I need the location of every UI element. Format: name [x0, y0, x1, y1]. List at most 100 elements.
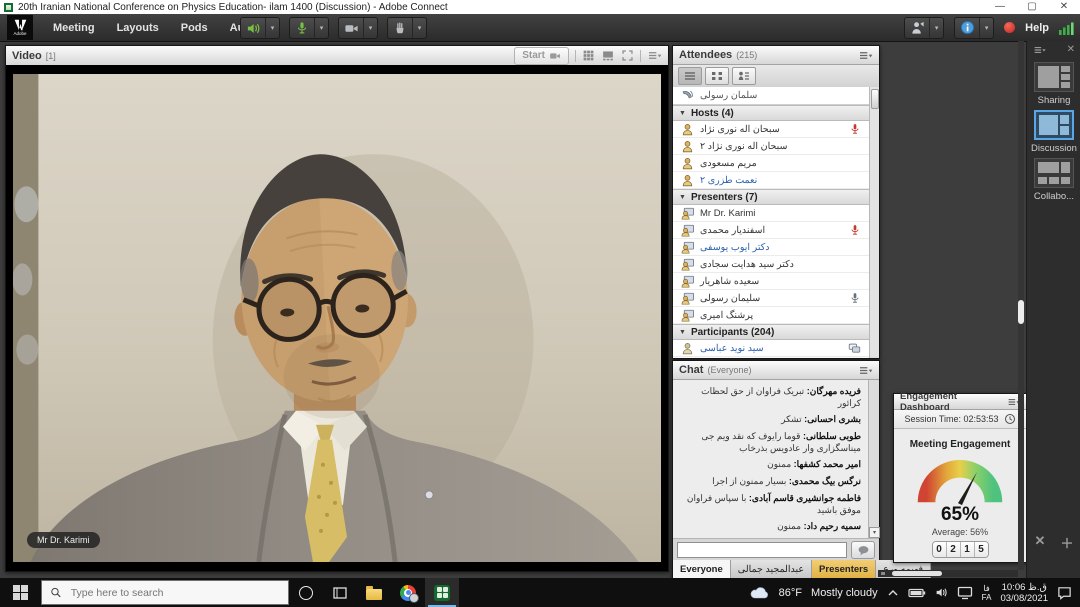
network-display-icon[interactable]	[957, 586, 973, 600]
cortana-icon	[299, 586, 313, 600]
attendee-row[interactable]: سبحان اله نوری نژاد ۲	[673, 138, 879, 155]
attendee-row[interactable]: دکتر ایوب یوسفی	[673, 239, 879, 256]
chat-send-button[interactable]	[851, 541, 875, 559]
task-view-button[interactable]	[323, 578, 357, 607]
attendee-row[interactable]: Mr Dr. Karimi	[673, 205, 879, 222]
breakout-view-button[interactable]	[705, 67, 729, 85]
connection-signal-icon[interactable]	[1059, 21, 1074, 35]
raise-hand-button[interactable]: ▾	[387, 17, 427, 39]
video-count: [1]	[46, 51, 56, 61]
chat-message: طوبی سلطانی قوما رایوف که نقد ویم جی مین…	[679, 431, 861, 454]
attendee-row[interactable]: سبحان اله نوری نژاد	[673, 121, 879, 138]
fullscreen-icon[interactable]	[621, 49, 634, 62]
start-button[interactable]	[0, 578, 40, 607]
add-layout-icon[interactable]: ＋	[1060, 533, 1073, 552]
layout-sharing-thumbnail[interactable]	[1034, 62, 1074, 92]
hosts-section-header[interactable]: ▼ Hosts (4)	[673, 105, 879, 121]
attendee-row[interactable]: سعیده شاهریار	[673, 273, 879, 290]
language-indicator[interactable]: فا FA	[982, 584, 992, 602]
microphone-dropdown[interactable]: ▾	[314, 18, 328, 38]
webcam-dropdown[interactable]: ▾	[363, 18, 377, 38]
taskbar-search[interactable]	[41, 580, 289, 605]
attendee-row[interactable]: دکتر سید هدایت سجادی	[673, 256, 879, 273]
presenter-status-dropdown[interactable]: ▾	[929, 18, 943, 38]
main-horizontal-scrollbar-thumb[interactable]	[892, 571, 942, 576]
layout-bar-menu-icon[interactable]	[1033, 45, 1046, 55]
raise-hand-dropdown[interactable]: ▾	[412, 18, 426, 38]
help-link[interactable]: Help	[1025, 22, 1049, 34]
weather-icon[interactable]	[750, 586, 770, 600]
chat-text: ممنون	[777, 521, 801, 531]
layout-discussion-thumbnail[interactable]	[1034, 110, 1074, 140]
grid-view-icon[interactable]	[582, 49, 595, 62]
menu-layouts[interactable]: Layouts	[108, 18, 168, 38]
weather-condition[interactable]: Mostly cloudy	[811, 587, 878, 599]
video-pod-menu-icon[interactable]	[647, 50, 662, 61]
chat-tab-presenters[interactable]: Presenters	[812, 560, 876, 579]
attendee-row[interactable]: user 10	[673, 357, 879, 358]
search-input[interactable]	[69, 586, 280, 600]
menu-meeting[interactable]: Meeting	[44, 18, 104, 38]
main-vertical-scrollbar-thumb[interactable]	[1018, 300, 1024, 324]
weather-temp[interactable]: 86°F	[779, 587, 802, 599]
session-clock-icon[interactable]	[1004, 413, 1016, 425]
participants-section-header[interactable]: ▼ Participants (204)	[673, 324, 879, 340]
cortana-button[interactable]	[289, 578, 323, 607]
attendees-pod-menu-icon[interactable]	[858, 50, 873, 61]
attendee-row[interactable]: اسفندیار محمدی	[673, 222, 879, 239]
speaker-dropdown[interactable]: ▾	[265, 18, 279, 38]
phone-attendee-row[interactable]: سلمان رسولی	[673, 87, 879, 105]
presenter-icon	[681, 292, 694, 305]
delete-layout-icon[interactable]: ✕	[1035, 533, 1046, 552]
chat-message: فاطمه جوانشیری قاسم آبادی با سپاس فراوان…	[679, 493, 861, 516]
layout-sharing-label[interactable]: Sharing	[1027, 95, 1080, 106]
chat-tab-private-1[interactable]: عبدالمجید جمالی	[731, 560, 812, 579]
start-webcam-button[interactable]: Start	[514, 47, 569, 65]
chat-text: ممنون	[767, 459, 791, 469]
close-button[interactable]: ✕	[1048, 0, 1080, 14]
minimize-button[interactable]: —	[984, 0, 1016, 14]
layout-collaboration-label[interactable]: Collabo...	[1027, 191, 1080, 202]
microphone-button[interactable]: ▾	[289, 17, 329, 39]
presenter-icon	[681, 207, 694, 220]
menu-pods[interactable]: Pods	[172, 18, 217, 38]
attendee-row[interactable]: پرشنگ امیری	[673, 307, 879, 324]
chat-scroll-down-icon[interactable]: ▾	[869, 527, 880, 538]
info-dropdown[interactable]: ▾	[979, 18, 993, 38]
chat-pod-menu-icon[interactable]	[858, 365, 873, 376]
attendee-name: سلمان رسولی	[700, 90, 757, 101]
attendee-row[interactable]: سید نوید عباسی	[673, 340, 879, 357]
attendee-status-view-button[interactable]	[732, 67, 756, 85]
attendee-list-view-button[interactable]	[678, 67, 702, 85]
window-title: 20th Iranian National Conference on Phys…	[18, 2, 448, 13]
volume-icon[interactable]	[935, 586, 948, 599]
info-button[interactable]: ▾	[954, 17, 994, 39]
speaker-button[interactable]: ▾	[240, 17, 280, 39]
attendee-row[interactable]: مریم مسعودی	[673, 155, 879, 172]
filmstrip-view-icon[interactable]	[601, 49, 615, 62]
chrome-button[interactable]	[391, 578, 425, 607]
attendee-row[interactable]: سلیمان رسولی	[673, 290, 879, 307]
file-explorer-button[interactable]	[357, 578, 391, 607]
battery-icon[interactable]	[908, 588, 926, 598]
chat-input[interactable]	[677, 542, 847, 558]
chat-scrollbar[interactable]: ▾	[868, 380, 879, 538]
presenter-status-button[interactable]: ▾	[904, 17, 944, 39]
maximize-button[interactable]: ▢	[1016, 0, 1048, 14]
action-center-icon[interactable]	[1057, 585, 1072, 600]
layout-collaboration-thumbnail[interactable]	[1034, 158, 1074, 188]
chat-tab-everyone[interactable]: Everyone	[673, 560, 731, 579]
webcam-button[interactable]: ▾	[338, 17, 378, 39]
presenters-section-header[interactable]: ▼ Presenters (7)	[673, 189, 879, 205]
attendees-scrollbar[interactable]	[869, 87, 879, 358]
engagement-average: Average: 56%	[894, 527, 1026, 537]
taskbar-clock[interactable]: 10:06 ق.ظ 03/08/2021	[1000, 582, 1048, 604]
attendees-scrollbar-thumb[interactable]	[871, 89, 879, 109]
tray-chevron-icon[interactable]	[887, 589, 899, 597]
layout-bar-close-icon[interactable]: ✕	[1067, 44, 1075, 55]
adobe-connect-taskbar-button[interactable]	[425, 578, 459, 607]
attendee-row[interactable]: نعمت طزری ۲	[673, 172, 879, 189]
video-nametag: Mr Dr. Karimi	[27, 532, 100, 548]
layout-discussion-label[interactable]: Discussion	[1027, 143, 1080, 154]
divider	[575, 50, 576, 62]
